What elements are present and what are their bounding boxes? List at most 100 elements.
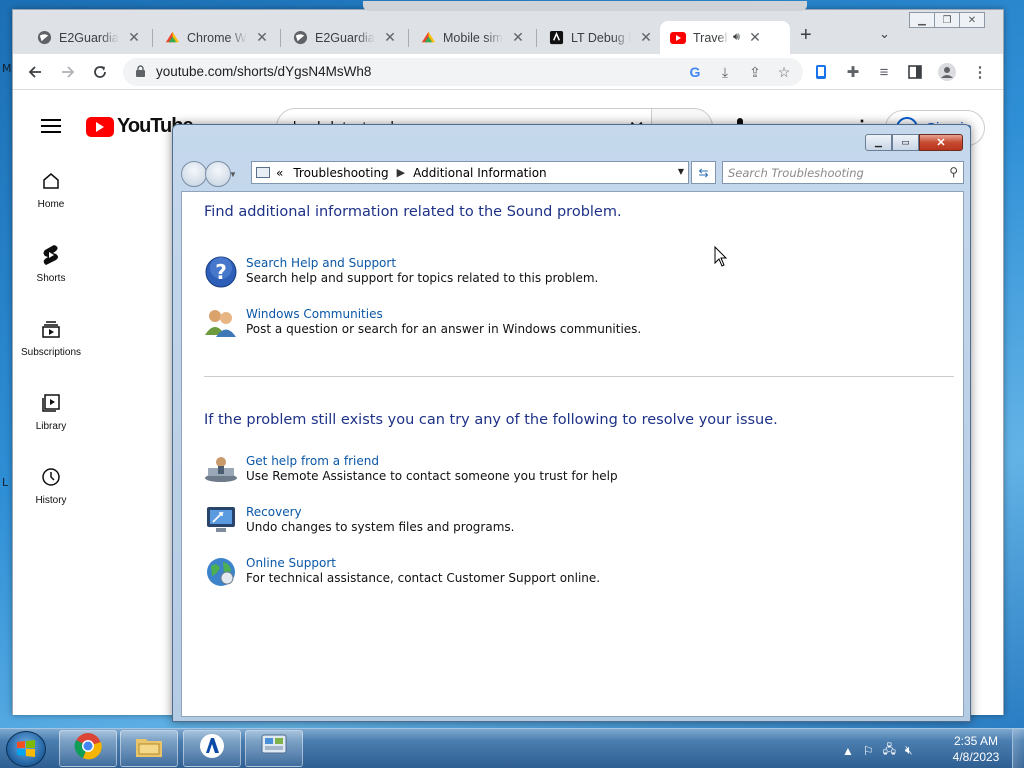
address-bar[interactable]: youtube.com/shorts/dYgsN4MsWh8 G ⤓ ⇪ ☆ — [123, 58, 803, 86]
browser-toolbar: youtube.com/shorts/dYgsN4MsWh8 G ⤓ ⇪ ☆ ✚… — [13, 54, 1003, 90]
tab-chrome-web[interactable]: Chrome Web ✕ — [154, 21, 281, 54]
show-hidden-icons-icon[interactable]: ▲ — [842, 744, 854, 758]
bookmark-star-icon[interactable]: ☆ — [775, 63, 793, 81]
system-clock[interactable]: 2:35 AM 4/8/2023 — [946, 733, 1006, 765]
list-item: Recovery Undo changes to system files an… — [204, 505, 514, 539]
close-icon[interactable]: ✕ — [639, 29, 653, 46]
breadcrumb-item-troubleshooting[interactable]: Troubleshooting — [293, 166, 388, 180]
extension-1-icon[interactable] — [811, 62, 831, 82]
tab-lt-debug[interactable]: LT Debug Extension ✕ — [538, 21, 664, 54]
online-support-link[interactable]: Online Support — [246, 556, 600, 571]
close-button[interactable]: ✕ — [919, 134, 963, 151]
hamburger-menu-icon[interactable] — [41, 119, 61, 133]
sidebar-item-label: Shorts — [36, 273, 66, 284]
media-control-icon[interactable]: ≡ — [874, 62, 894, 82]
youtube-play-icon — [86, 116, 114, 137]
tab-mobile-simulator[interactable]: Mobile simulator ✕ — [410, 21, 537, 54]
url-text: youtube.com/shorts/dYgsN4MsWh8 — [156, 64, 372, 79]
sidebar-item-library[interactable]: Library — [13, 391, 89, 432]
new-tab-button[interactable]: + — [800, 24, 812, 47]
sidebar-item-label: Library — [35, 421, 67, 432]
history-icon — [39, 465, 63, 489]
forward-button[interactable] — [58, 62, 78, 82]
globe-icon — [292, 30, 308, 46]
chrome-menu-icon[interactable]: ⋮ — [970, 62, 990, 82]
google-translate-icon[interactable]: G — [686, 63, 704, 81]
close-icon[interactable]: ✕ — [748, 29, 762, 46]
reload-button[interactable] — [90, 62, 110, 82]
recovery-link[interactable]: Recovery — [246, 505, 514, 520]
install-app-icon[interactable]: ⤓ — [716, 63, 734, 81]
taskbar-file-explorer[interactable] — [120, 730, 178, 767]
back-button[interactable] — [25, 62, 45, 82]
recent-pages-chevron-icon[interactable]: ▼ — [229, 161, 239, 187]
search-icon[interactable]: ⚲ — [949, 165, 958, 179]
sidebar-item-subscriptions[interactable]: Subscriptions — [13, 317, 89, 358]
sidebar-item-history[interactable]: History — [13, 465, 89, 506]
refresh-button[interactable]: ⇆ — [691, 161, 716, 184]
sidebar-item-shorts[interactable]: Shorts — [13, 243, 89, 284]
tab-title: E2Guardian — [315, 30, 375, 45]
show-desktop-button[interactable] — [1012, 729, 1024, 768]
item-description: Use Remote Assistance to contact someone… — [246, 469, 618, 483]
windows-communities-link[interactable]: Windows Communities — [246, 307, 641, 322]
share-icon[interactable]: ⇪ — [746, 63, 764, 81]
extensions-puzzle-icon[interactable]: ✚ — [843, 62, 863, 82]
address-dropdown-icon[interactable]: ▼ — [678, 167, 684, 176]
section-divider — [204, 376, 954, 377]
tab-title: Mobile simulator — [443, 30, 503, 45]
profile-avatar-icon[interactable] — [937, 62, 957, 82]
close-icon[interactable]: ✕ — [255, 29, 269, 46]
lock-icon[interactable] — [135, 65, 146, 78]
back-forward-buttons: ▼ — [181, 161, 237, 187]
maximize-button[interactable]: ▭ — [892, 134, 919, 151]
troubleshooting-window: ▁ ▭ ✕ ▼ « Troubleshooting ▶ Additional I… — [172, 124, 971, 722]
back-button[interactable] — [181, 161, 207, 187]
clock-date: 4/8/2023 — [952, 750, 1000, 764]
tab-search-chevron-icon[interactable]: ⌄ — [879, 26, 890, 42]
restore-button[interactable]: ❐ — [934, 12, 960, 28]
tab-title: Chrome Web — [187, 30, 247, 45]
breadcrumb-chevron-icon[interactable]: ▶ — [397, 166, 405, 179]
close-icon[interactable]: ✕ — [511, 29, 525, 46]
sidebar-item-home[interactable]: Home — [13, 169, 89, 210]
action-center-flag-icon[interactable]: ⚐ — [863, 744, 874, 758]
list-item: Windows Communities Post a question or s… — [204, 307, 641, 341]
globe-icon — [36, 30, 52, 46]
taskbar-chrome[interactable] — [59, 730, 117, 767]
sidebar-item-label: Home — [37, 199, 65, 210]
breadcrumb-overflow[interactable]: « — [276, 166, 283, 180]
taskbar-control-panel[interactable] — [245, 730, 303, 767]
minimize-button[interactable]: ▁ — [865, 134, 892, 151]
breadcrumb-item-additional-information[interactable]: Additional Information — [413, 166, 547, 180]
tab-e2guardian-2[interactable]: E2Guardian ✕ — [282, 21, 409, 54]
forward-button[interactable] — [205, 161, 231, 187]
list-item: Online Support For technical assistance,… — [204, 556, 600, 590]
side-panel-icon[interactable] — [905, 62, 925, 82]
get-help-from-friend-link[interactable]: Get help from a friend — [246, 454, 618, 469]
tab-title: Travel clips — [693, 30, 729, 45]
search-help-link[interactable]: Search Help and Support — [246, 256, 598, 271]
library-icon — [39, 391, 63, 415]
close-icon[interactable]: ✕ — [127, 29, 141, 46]
tab-e2guardian-1[interactable]: E2Guardian ✕ — [26, 21, 153, 54]
list-item: Get help from a friend Use Remote Assist… — [204, 454, 618, 488]
speaker-icon[interactable]: 🔊︎ — [733, 31, 740, 44]
tab-strip-top — [363, 1, 807, 11]
close-icon[interactable]: ✕ — [383, 29, 397, 46]
minimize-button[interactable]: ▁ — [909, 12, 935, 28]
volume-muted-icon[interactable]: 🔇︎ — [905, 743, 913, 758]
network-icon[interactable]: 🖧︎ — [883, 740, 896, 761]
start-button[interactable] — [6, 731, 46, 767]
lambdatest-icon — [199, 733, 225, 764]
window-controls: ▁ ▭ ✕ — [865, 134, 963, 151]
clock-time: 2:35 AM — [953, 734, 999, 748]
item-description: For technical assistance, contact Custom… — [246, 571, 601, 585]
taskbar-lambdatest[interactable] — [183, 730, 241, 767]
search-input[interactable]: Search Troubleshooting ⚲ — [722, 161, 964, 184]
breadcrumb[interactable]: « Troubleshooting ▶ Additional Informati… — [251, 161, 689, 184]
tab-travel-clips[interactable]: Travel clips 🔊︎ ✕ — [660, 21, 790, 54]
close-button[interactable]: ✕ — [959, 12, 985, 28]
system-tray: ▲ ⚐ 🖧︎ 🔇︎ — [842, 740, 913, 761]
section-heading: If the problem still exists you can try … — [204, 412, 778, 428]
